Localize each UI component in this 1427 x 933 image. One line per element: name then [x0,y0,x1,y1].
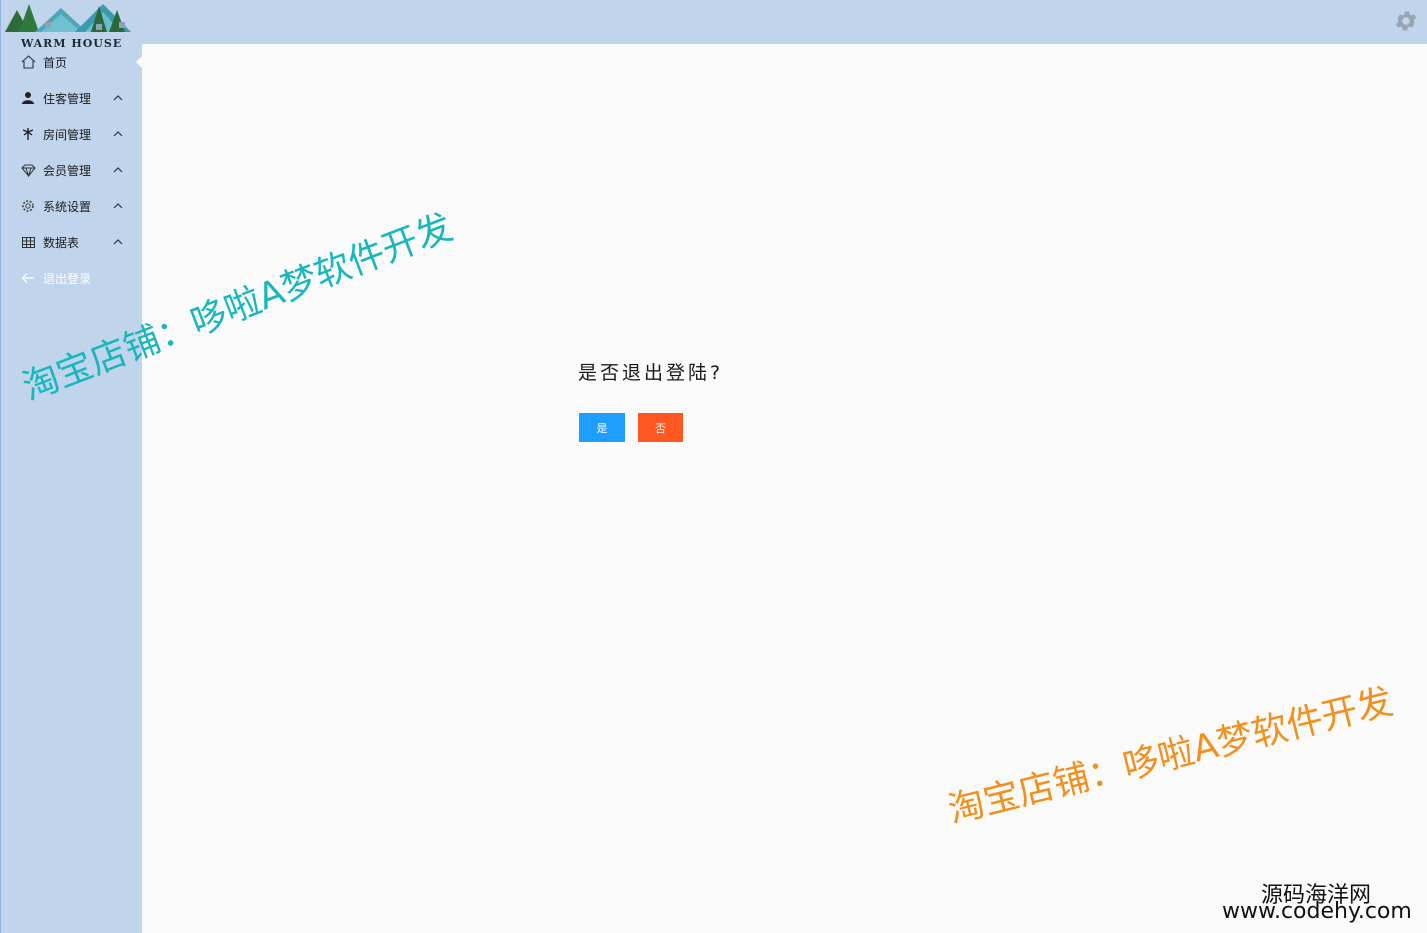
sidebar-item-home[interactable]: 首页 [1,44,143,80]
sidebar-item-label: 退出登录 [43,271,92,286]
logout-confirm-title: 是否退出登陆? [578,362,724,384]
arrow-left-icon [20,270,36,286]
sidebar-item-label: 系统设置 [43,199,92,214]
corner-watermark-url: www.codehy.com [1222,899,1412,924]
watermark-right: 淘宝店铺：哆啦A梦软件开发 [944,681,1398,832]
sidebar-menu: 首页 住客管理 房间管理 会员管理 系统设置 数据表 退出登录 [1,44,143,296]
chevron-up-icon [113,95,123,101]
sidebar-item-members[interactable]: 会员管理 [1,152,143,188]
sidebar-item-logout[interactable]: 退出登录 [1,260,143,296]
palm-tree-icon [20,126,36,142]
chevron-up-icon [113,203,123,209]
table-icon [20,234,36,250]
sidebar-item-label: 住客管理 [43,91,92,106]
confirm-yes-button[interactable]: 是 [579,413,625,442]
active-indicator [136,55,143,69]
chevron-up-icon [113,167,123,173]
top-header-bar [0,0,1427,44]
logo-house-icon [5,4,131,32]
sidebar-item-label: 首页 [43,55,68,70]
sidebar-item-label: 会员管理 [43,163,92,178]
logo: WARM HOUSE [5,2,143,50]
diamond-icon [20,162,36,178]
chevron-up-icon [113,239,123,245]
sidebar-item-label: 房间管理 [43,127,92,142]
confirm-no-button[interactable]: 否 [638,413,683,442]
sidebar-item-settings[interactable]: 系统设置 [1,188,143,224]
sidebar-item-datatable[interactable]: 数据表 [1,224,143,260]
sidebar-item-guests[interactable]: 住客管理 [1,80,143,116]
gear-icon[interactable] [1393,8,1419,34]
user-icon [20,90,36,106]
sidebar-item-rooms[interactable]: 房间管理 [1,116,143,152]
sidebar: WARM HOUSE 首页 住客管理 房间管理 会员管理 系统设置 数据表 退出… [0,0,143,933]
chevron-up-icon [113,131,123,137]
home-icon [20,54,36,70]
sidebar-item-label: 数据表 [43,235,80,250]
cog-icon [20,198,36,214]
